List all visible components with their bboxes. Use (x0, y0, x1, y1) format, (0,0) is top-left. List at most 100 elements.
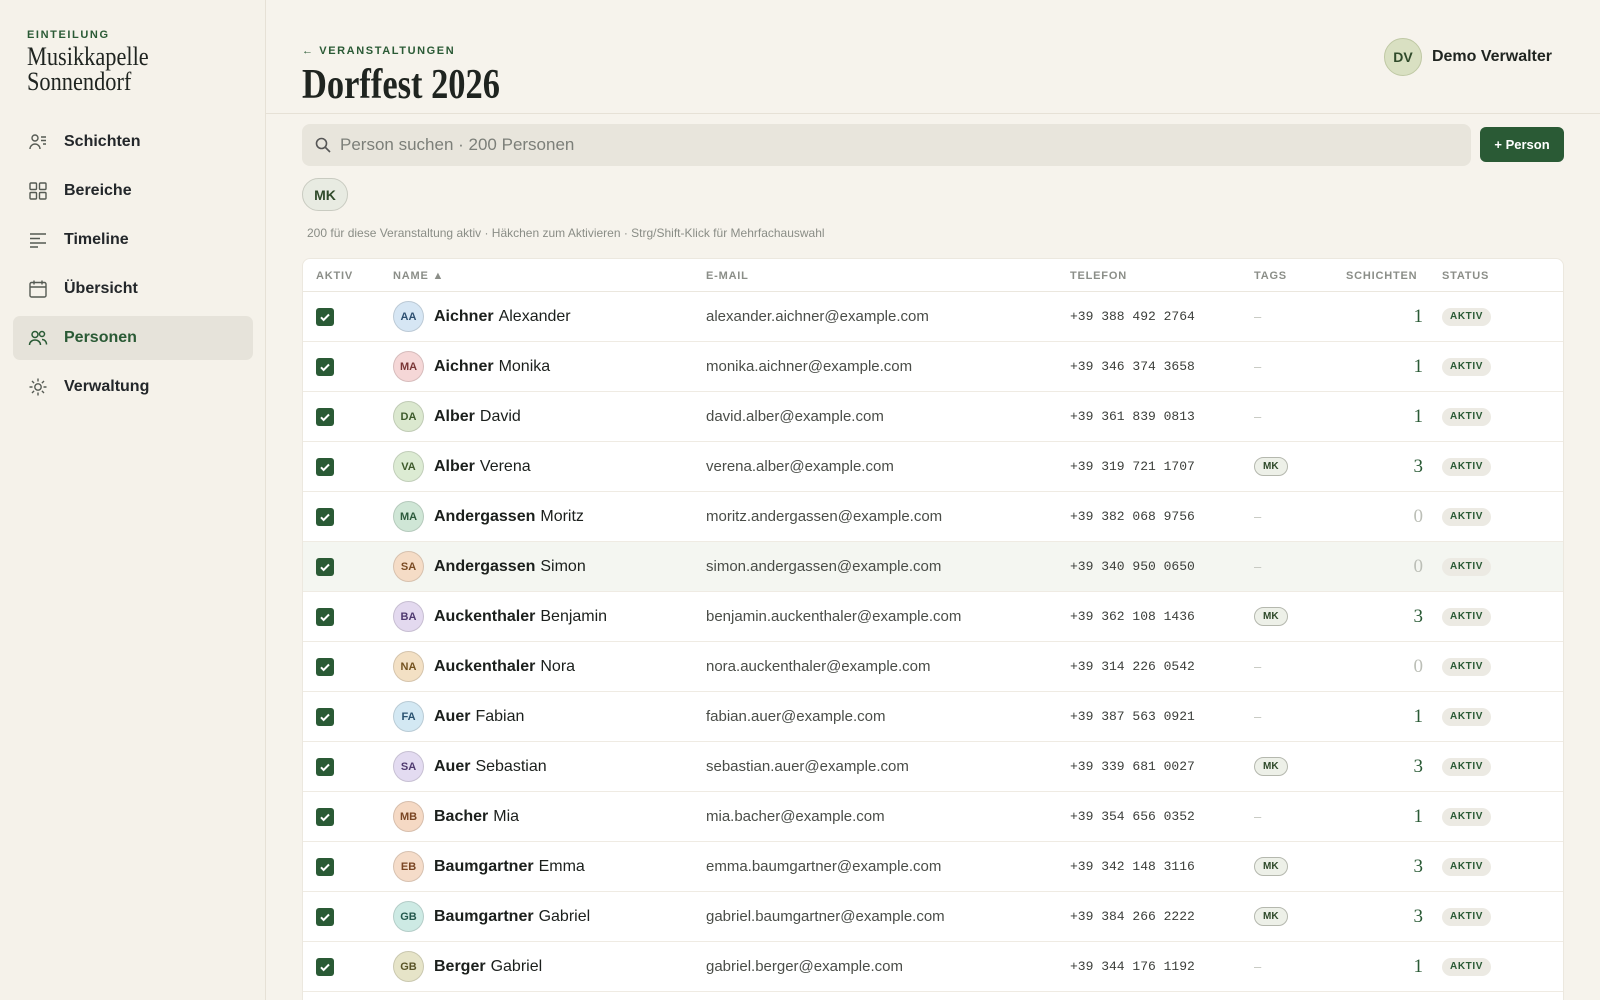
sidebar-item-uebersicht[interactable]: Übersicht (13, 267, 253, 311)
status-cell: AKTIV (1442, 442, 1491, 491)
email-link[interactable]: david.alber@example.com (706, 408, 884, 425)
status-badge: AKTIV (1442, 707, 1491, 726)
active-checkbox[interactable] (316, 957, 334, 976)
email-cell: benjamin.auckenthaler@example.com (706, 592, 961, 641)
shift-count: 1 (1413, 705, 1424, 727)
table-row[interactable]: MB Bacher Mia mia.bacher@example.com +39 354… (303, 792, 1563, 842)
email-link[interactable]: moritz.andergassen@example.com (706, 508, 942, 525)
phone-cell: +39 361 839 0813 (1070, 392, 1195, 441)
table-header: AKTIV NAME ▲ E-MAIL TELEFON TAGS SCHICHT… (303, 259, 1563, 292)
table-row[interactable]: SA Auer Sebastian sebastian.auer@example.co… (303, 742, 1563, 792)
table-row[interactable]: SA Andergassen Simon simon.andergassen@exam… (303, 542, 1563, 592)
email-cell: fabian.auer@example.com (706, 692, 886, 741)
active-checkbox[interactable] (316, 857, 334, 876)
email-link[interactable]: sebastian.auer@example.com (706, 758, 909, 775)
table-row[interactable]: DA Alber David david.alber@example.com +39 3… (303, 392, 1563, 442)
sidebar-item-label: Schichten (64, 133, 141, 150)
active-cell (316, 542, 334, 591)
table-row[interactable]: EB Baumgartner Emma emma.baumgartner@exampl… (303, 842, 1563, 892)
table-row[interactable]: GB Berger Gabriel gabriel.berger@example.co… (303, 942, 1563, 992)
email-link[interactable]: fabian.auer@example.com (706, 708, 886, 725)
name-cell: MA Aichner Monika (393, 342, 550, 391)
status-badge: AKTIV (1442, 457, 1491, 476)
column-header-name[interactable]: NAME ▲ (393, 270, 444, 282)
email-link[interactable]: mia.bacher@example.com (706, 808, 885, 825)
name-cell: MB Bacher Mia (393, 792, 519, 841)
table-row[interactable]: MA Andergassen Moritz moritz.andergassen@ex… (303, 492, 1563, 542)
email-link[interactable]: gabriel.baumgartner@example.com (706, 908, 945, 925)
last-name: Auckenthaler (434, 657, 536, 675)
status-badge: AKTIV (1442, 407, 1491, 426)
sidebar-item-schichten[interactable]: Schichten (13, 120, 253, 164)
active-cell (316, 792, 334, 841)
avatar: MB (393, 801, 424, 832)
brand-kicker: EINTEILUNG (27, 29, 110, 41)
table-row[interactable]: BA Auckenthaler Benjamin benjamin.auckentha… (303, 592, 1563, 642)
phone-number: +39 362 108 1436 (1070, 609, 1195, 624)
name-cell: DA Alber David (393, 392, 521, 441)
table-row[interactable]: AA Aichner Alexander alexander.aichner@exam… (303, 292, 1563, 342)
sidebar-item-timeline[interactable]: Timeline (13, 218, 253, 262)
table-row[interactable]: GB Baumgartner Gabriel gabriel.baumgartner@… (303, 892, 1563, 942)
active-checkbox[interactable] (316, 657, 334, 676)
first-name: Emma (538, 857, 585, 875)
tag-badge: MK (1254, 907, 1288, 926)
check-icon (320, 463, 330, 471)
email-cell: monika.aichner@example.com (706, 342, 912, 391)
sidebar: EINTEILUNG Musikkapelle Sonnendorf Schic… (0, 0, 266, 1000)
table-row[interactable]: FA Auer Fabian fabian.auer@example.com +39 3… (303, 692, 1563, 742)
add-person-button[interactable]: + Person (1480, 127, 1564, 162)
check-icon (320, 313, 330, 321)
active-cell (316, 942, 334, 991)
shift-count: 3 (1413, 755, 1424, 777)
email-link[interactable]: gabriel.berger@example.com (706, 958, 903, 975)
last-name: Aichner (434, 357, 494, 375)
active-checkbox[interactable] (316, 757, 334, 776)
search-input[interactable] (340, 135, 1440, 155)
email-cell: emma.baumgartner@example.com (706, 842, 941, 891)
phone-number: +39 361 839 0813 (1070, 409, 1195, 424)
active-cell (316, 342, 334, 391)
avatar: DA (393, 401, 424, 432)
email-link[interactable]: monika.aichner@example.com (706, 358, 912, 375)
table-row[interactable]: MA Aichner Monika monika.aichner@example.co… (303, 342, 1563, 392)
active-checkbox[interactable] (316, 307, 334, 326)
filter-chip-mk[interactable]: MK (302, 178, 348, 211)
sidebar-item-personen[interactable]: Personen (13, 316, 253, 360)
active-checkbox[interactable] (316, 907, 334, 926)
user-menu[interactable]: DV Demo Verwalter (1383, 38, 1552, 76)
email-link[interactable]: emma.baumgartner@example.com (706, 858, 941, 875)
active-checkbox[interactable] (316, 407, 334, 426)
breadcrumb-back-link[interactable]: ← VERANSTALTUNGEN (302, 45, 455, 57)
status-badge: AKTIV (1442, 857, 1491, 876)
active-checkbox[interactable] (316, 557, 334, 576)
active-checkbox[interactable] (316, 357, 334, 376)
email-link[interactable]: simon.andergassen@example.com (706, 558, 941, 575)
active-checkbox[interactable] (316, 607, 334, 626)
check-icon (320, 963, 330, 971)
status-badge: AKTIV (1442, 907, 1491, 926)
active-checkbox[interactable] (316, 507, 334, 526)
check-icon (320, 413, 330, 421)
sidebar-item-verwaltung[interactable]: Verwaltung (13, 365, 253, 409)
email-link[interactable]: alexander.aichner@example.com (706, 308, 929, 325)
header-divider (266, 113, 1600, 114)
last-name: Baumgartner (434, 857, 534, 875)
email-link[interactable]: benjamin.auckenthaler@example.com (706, 608, 961, 625)
phone-number: +39 319 721 1707 (1070, 459, 1195, 474)
table-row[interactable]: VA Alber Verena verena.alber@example.com +39… (303, 442, 1563, 492)
first-name: Gabriel (538, 907, 591, 925)
calendar-icon (27, 278, 49, 300)
sidebar-item-label: Verwaltung (64, 378, 150, 395)
sidebar-item-bereiche[interactable]: Bereiche (13, 169, 253, 213)
active-checkbox[interactable] (316, 707, 334, 726)
table-row[interactable]: NA Auckenthaler Nora nora.auckenthaler@exam… (303, 642, 1563, 692)
sidebar-item-label: Personen (64, 329, 137, 346)
last-name: Auer (434, 707, 471, 725)
active-checkbox[interactable] (316, 807, 334, 826)
email-link[interactable]: nora.auckenthaler@example.com (706, 658, 931, 675)
active-checkbox[interactable] (316, 457, 334, 476)
table-body: AA Aichner Alexander alexander.aichner@exam… (303, 292, 1563, 992)
first-name: Alexander (498, 307, 571, 325)
email-link[interactable]: verena.alber@example.com (706, 458, 894, 475)
